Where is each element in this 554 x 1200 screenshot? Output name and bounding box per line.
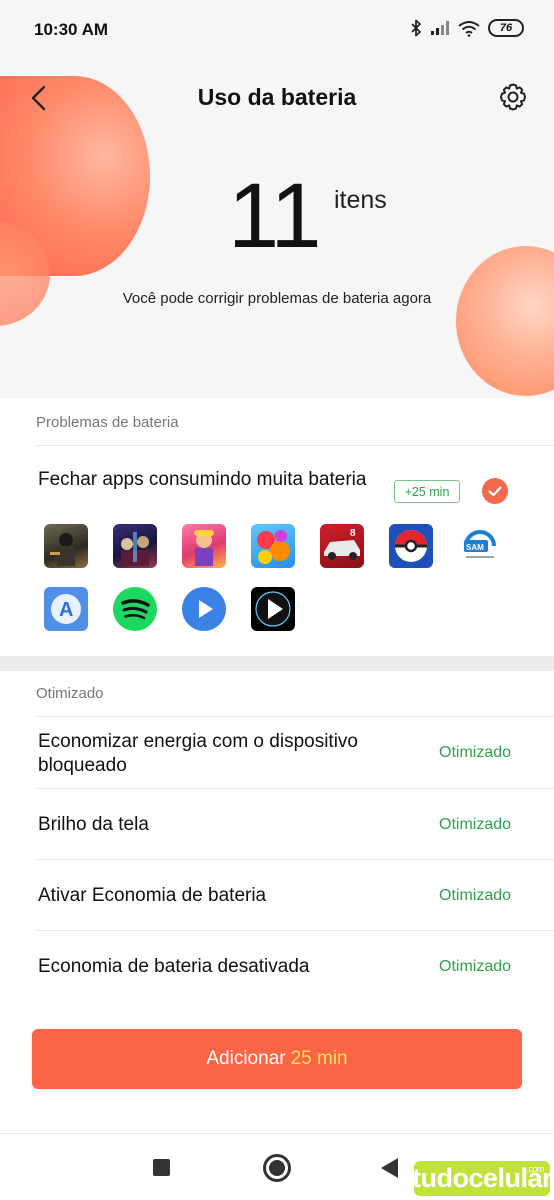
asphalt-icon: 8 — [320, 524, 364, 568]
optimized-status: Otimizado — [439, 816, 512, 833]
battery-level: 76 — [499, 22, 513, 34]
recents-square-icon[interactable] — [153, 1159, 170, 1176]
issue-title: Fechar apps consumindo muita bateria — [38, 469, 367, 490]
battery-icon: 76 — [488, 19, 524, 37]
optimized-item-label: Brilho da tela — [38, 814, 149, 835]
svg-text:SAM: SAM — [466, 543, 484, 552]
summary-message: Você pode corrigir problemas de bateria … — [122, 290, 432, 307]
gear-icon[interactable] — [498, 82, 528, 112]
issue-count: 11 — [228, 165, 322, 267]
optimized-status: Otimizado — [439, 744, 512, 761]
svg-text:A: A — [59, 599, 73, 621]
add-time-amount: 25 min — [290, 1048, 348, 1069]
home-circle-icon[interactable] — [263, 1154, 291, 1182]
candy-crush-icon — [251, 524, 295, 568]
bluetooth-icon — [411, 19, 421, 37]
optimized-status: Otimizado — [439, 958, 512, 975]
decorative-bubble — [456, 246, 554, 396]
subway-surfers-icon — [182, 524, 226, 568]
status-bar: 10:30 AM 76 — [0, 0, 554, 60]
back-triangle-icon[interactable] — [381, 1158, 398, 1178]
optimized-item-label: Economia de bateria desativada — [38, 956, 310, 977]
divider — [36, 930, 554, 931]
svg-text:8: 8 — [350, 528, 356, 539]
watermark-logo: tudocelular .com — [412, 1161, 553, 1196]
signal-icon — [431, 21, 449, 35]
divider — [36, 859, 554, 860]
watermark-tld: .com — [526, 1164, 544, 1174]
divider — [36, 445, 554, 446]
page-title: Uso da bateria — [197, 84, 357, 110]
optimized-status: Otimizado — [439, 887, 512, 904]
marvel-game-icon — [113, 524, 157, 568]
call-of-duty-icon — [44, 524, 88, 568]
video-player-icon — [251, 587, 295, 631]
status-time: 10:30 AM — [34, 20, 109, 39]
issue-count-unit: itens — [334, 186, 387, 214]
checkbox-checked-icon[interactable] — [482, 478, 508, 504]
optimized-item-label: Economizar energia com o dispositivo blo… — [38, 731, 358, 776]
spotify-icon — [113, 587, 157, 631]
divider — [36, 788, 554, 789]
divider — [36, 716, 554, 717]
add-time-label: Adicionar — [206, 1048, 286, 1069]
optimized-item-label: Ativar Economia de bateria — [38, 885, 267, 906]
sammobile-battery-icon: SAM — [458, 524, 502, 568]
play-app-icon — [182, 587, 226, 631]
section-separator — [0, 656, 554, 671]
wifi-icon — [458, 20, 480, 37]
add-time-button[interactable]: Adicionar 25 min — [32, 1029, 522, 1089]
section-label-problems: Problemas de bateria — [36, 414, 179, 431]
pokemon-go-icon — [389, 524, 433, 568]
section-label-optimized: Otimizado — [36, 685, 104, 702]
gain-badge: +25 min — [394, 480, 460, 503]
a-app-icon: A — [44, 587, 88, 631]
